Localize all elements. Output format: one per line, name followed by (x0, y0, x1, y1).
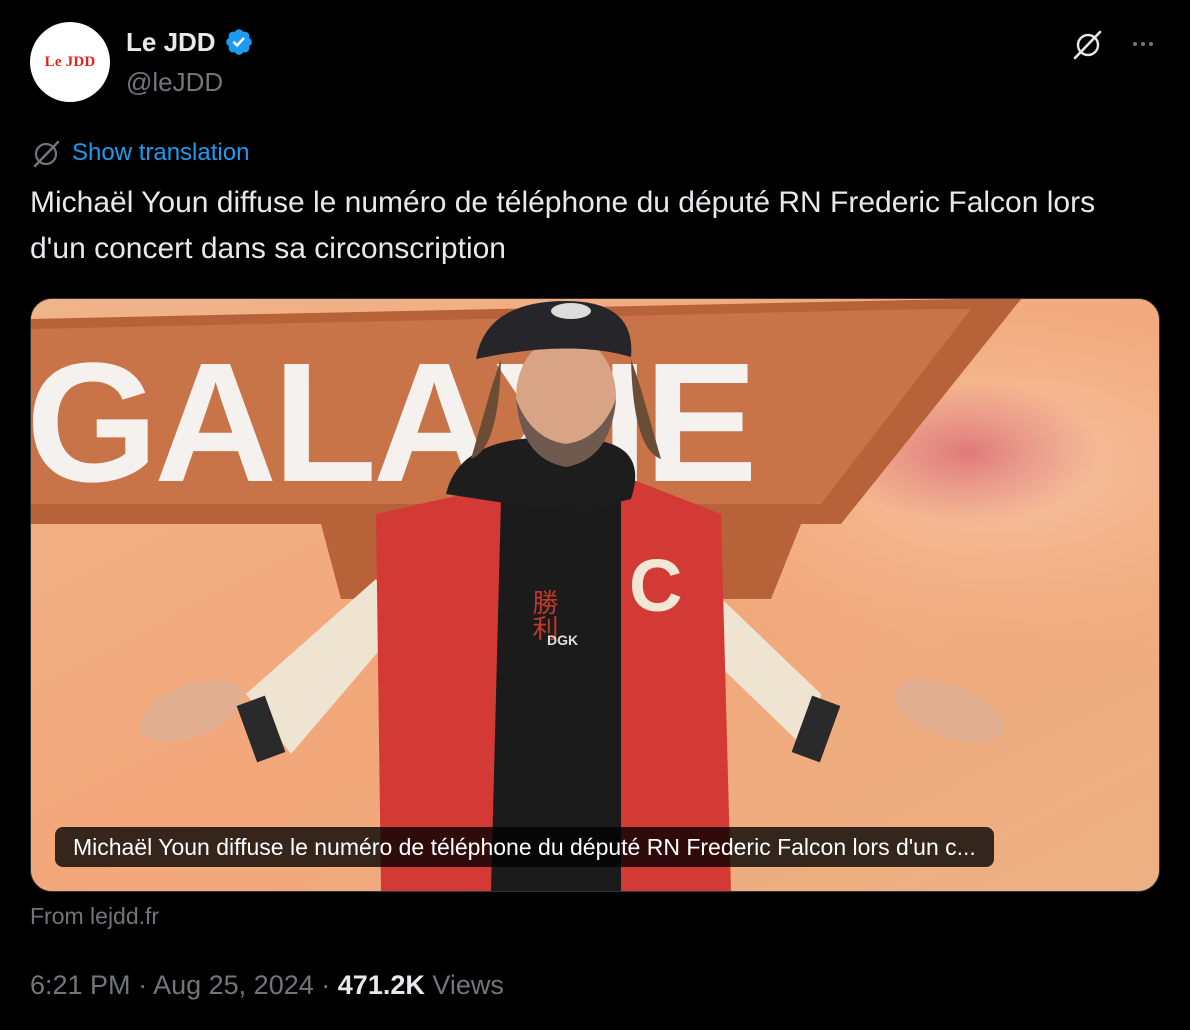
grok-icon[interactable] (1070, 27, 1106, 63)
more-dot (1141, 42, 1145, 46)
translate-row[interactable]: Show translation (30, 137, 249, 169)
tweet-time[interactable]: 6:21 PM (30, 970, 131, 1000)
more-dot (1149, 42, 1153, 46)
tweet-date[interactable]: Aug 25, 2024 (153, 970, 314, 1000)
handle[interactable]: @leJDD (126, 66, 223, 98)
tweet-text: Michaël Youn diffuse le numéro de téléph… (30, 186, 1096, 265)
more-dot (1133, 42, 1137, 46)
card-image: GALAXIE C 勝利 DGK (31, 299, 1159, 891)
meta-separator: · (321, 970, 331, 1000)
more-icon[interactable] (1126, 30, 1160, 58)
author-name-row: Le JDD (126, 24, 254, 60)
tweet-meta: 6:21 PM · Aug 25, 2024 · 471.2K Views (30, 966, 504, 1004)
views-label: Views (432, 970, 504, 1000)
verified-badge-icon (225, 29, 252, 55)
show-translation-link[interactable]: Show translation (72, 137, 249, 169)
card-title[interactable]: Michaël Youn diffuse le numéro de téléph… (73, 833, 976, 861)
translate-icon (33, 140, 60, 168)
avatar-logo: Le JDD (44, 53, 96, 70)
views-count[interactable]: 471.2K (338, 970, 425, 1000)
card-title-overlay: Michaël Youn diffuse le numéro de téléph… (55, 827, 994, 867)
card-shirt-brand: DGK (547, 632, 578, 648)
avatar[interactable]: Le JDD (30, 22, 110, 102)
display-name[interactable]: Le JDD (126, 24, 216, 60)
card-source[interactable]: From lejdd.fr (30, 901, 159, 931)
card-jacket-letter: C (629, 544, 682, 627)
link-card[interactable]: GALAXIE C 勝利 DGK Michaël Youn diffuse le… (30, 298, 1160, 892)
meta-separator: · (138, 970, 148, 1000)
